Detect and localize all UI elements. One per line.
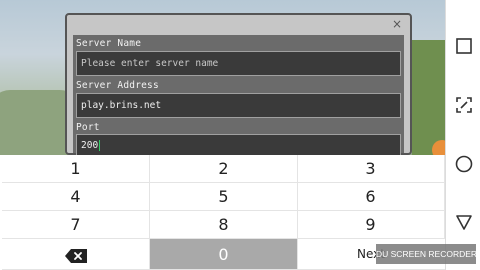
recents-square-icon[interactable] [452, 34, 476, 58]
key-0[interactable]: 0 [150, 239, 298, 270]
port-label: Port [76, 122, 100, 133]
key-3[interactable]: 3 [297, 155, 445, 183]
key-6[interactable]: 6 [297, 183, 445, 211]
key-2[interactable]: 2 [150, 155, 298, 183]
key-4[interactable]: 4 [2, 183, 150, 211]
key-5[interactable]: 5 [150, 183, 298, 211]
screen-recorder-watermark: DU SCREEN RECORDER [376, 244, 477, 264]
close-icon[interactable]: × [390, 17, 404, 31]
key-7[interactable]: 7 [2, 211, 150, 239]
background-orange-object [432, 140, 445, 155]
text-caret [99, 140, 101, 151]
backspace-key[interactable] [2, 239, 150, 270]
server-name-input[interactable]: Please enter server name [76, 51, 401, 76]
key-9[interactable]: 9 [297, 211, 445, 239]
background-tree [412, 40, 445, 155]
back-triangle-icon[interactable] [452, 210, 476, 234]
navigation-bar [445, 0, 480, 270]
server-address-input[interactable]: play.brins.net [76, 93, 401, 118]
port-input[interactable]: 200 [76, 134, 401, 157]
port-value: 200 [81, 140, 99, 151]
server-address-label: Server Address [76, 80, 159, 91]
dialog-form: Server Name Please enter server name Ser… [73, 35, 404, 157]
key-8[interactable]: 8 [150, 211, 298, 239]
add-server-dialog: × Server Name Please enter server name S… [65, 13, 412, 157]
backspace-icon [64, 248, 87, 263]
home-circle-icon[interactable] [452, 152, 476, 176]
server-name-label: Server Name [76, 38, 142, 49]
key-1[interactable]: 1 [2, 155, 150, 183]
screenshot-crop-icon[interactable] [452, 93, 476, 117]
